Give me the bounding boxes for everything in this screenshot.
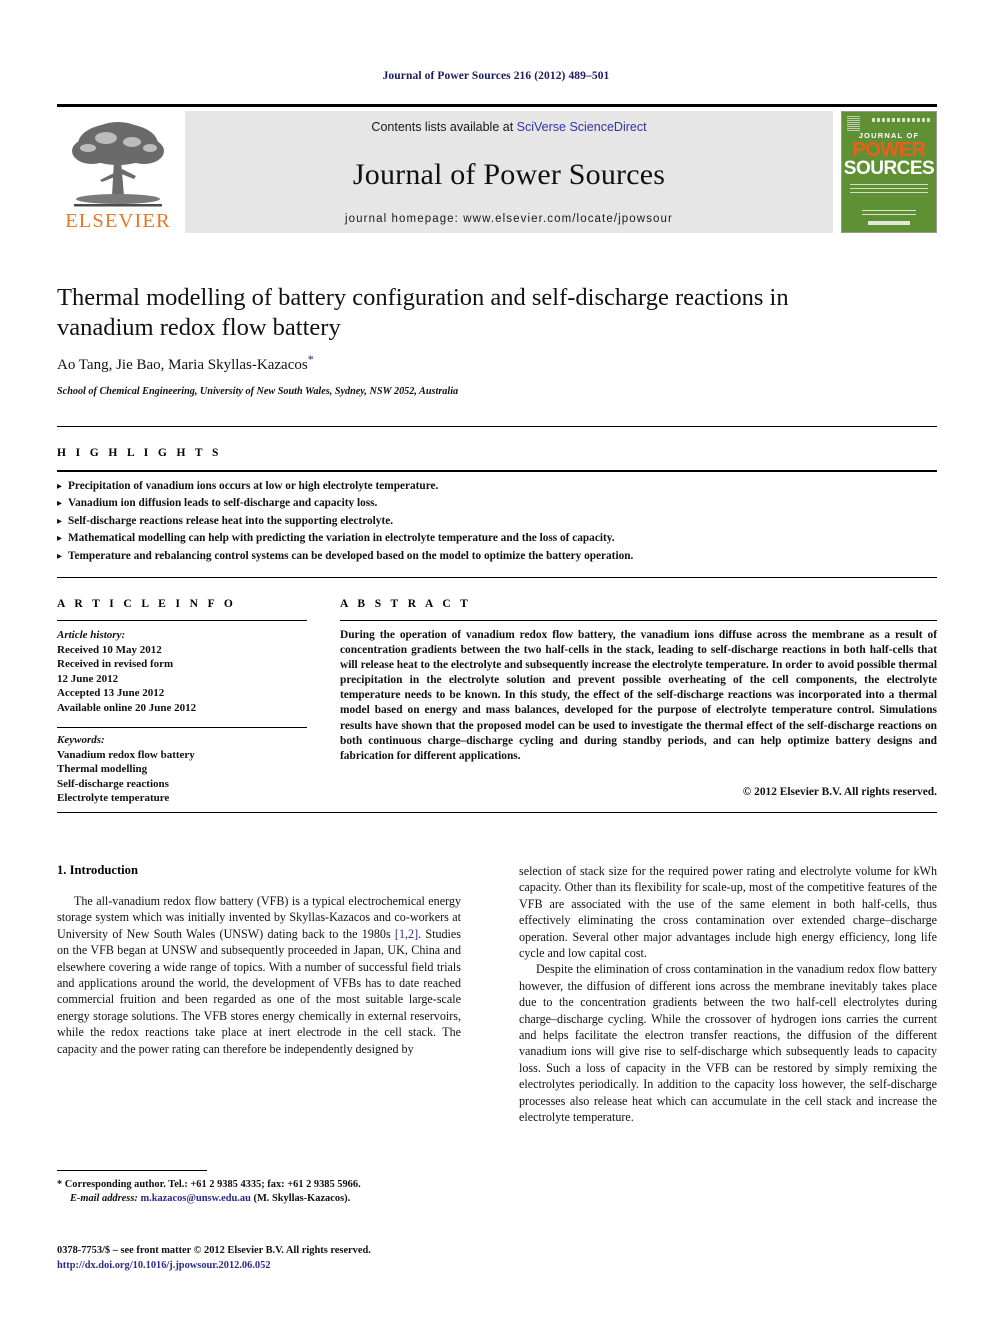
elsevier-logo: ELSEVIER [57, 111, 179, 233]
cover-power-label: POWER [852, 139, 926, 161]
abstract-copyright: © 2012 Elsevier B.V. All rights reserved… [742, 786, 937, 798]
email-label: E-mail address: [70, 1193, 138, 1204]
highlights-heading: H I G H L I G H T S [57, 447, 222, 459]
keywords-label: Keywords: [57, 734, 105, 746]
article-history-item: 12 June 2012 [57, 672, 119, 685]
intro-paragraph-right-2: Despite the elimination of cross contami… [519, 962, 937, 1125]
cover-elsevier-icon [847, 116, 860, 131]
keyword-item: Electrolyte temperature [57, 792, 170, 805]
article-history-label: Article history: [57, 629, 126, 641]
contents-prefix: Contents lists available at [371, 120, 517, 134]
abstract-heading: A B S T R A C T [340, 598, 472, 610]
section-heading-introduction: 1. Introduction [57, 863, 138, 877]
intro-paragraph-left: The all-vanadium redox flow battery (VFB… [57, 893, 461, 1057]
cover-publisher-line [868, 221, 910, 225]
divider-below-highlights [57, 577, 937, 578]
author-list: Ao Tang, Jie Bao, Maria Skyllas-Kazacos* [57, 352, 887, 374]
article-history-item: Accepted 13 June 2012 [57, 687, 165, 700]
abstract-text: During the operation of vanadium redox f… [340, 629, 937, 762]
cover-top-rule [872, 118, 930, 122]
article-page: Journal of Power Sources 216 (2012) 489–… [0, 0, 992, 1323]
journal-masthead: ELSEVIER Contents lists available at Sci… [57, 104, 937, 233]
corresponding-author-marker[interactable]: * [308, 352, 314, 366]
body-column-left: The all-vanadium redox flow battery (VFB… [57, 893, 461, 1057]
contents-available-line: Contents lists available at SciVerse Sci… [371, 120, 646, 134]
keyword-item: Self-discharge reactions [57, 777, 169, 790]
keywords-column: Keywords: Vanadium redox flow battery Th… [57, 733, 307, 806]
elsevier-wordmark: ELSEVIER [65, 209, 171, 232]
article-history-item: Available online 20 June 2012 [57, 701, 197, 714]
citation-ref[interactable]: [1,2] [395, 927, 418, 941]
journal-title: Journal of Power Sources [352, 157, 666, 191]
article-info-column: Article history: Received 10 May 2012 Re… [57, 628, 307, 716]
page-title: Thermal modelling of battery configurati… [57, 284, 789, 341]
highlight-item: Self-discharge reactions release heat in… [57, 513, 937, 530]
divider-below-abstract [57, 812, 937, 813]
corresponding-author-note: * Corresponding author. Tel.: +61 2 9385… [57, 1179, 361, 1190]
journal-homepage-link[interactable]: journal homepage: www.elsevier.com/locat… [345, 213, 673, 225]
article-history-item: Received in revised form [57, 658, 174, 671]
keyword-item: Thermal modelling [57, 763, 148, 776]
author-names: Ao Tang, Jie Bao, Maria Skyllas-Kazacos [57, 357, 308, 373]
elsevier-tree-icon [72, 121, 164, 206]
highlight-item: Precipitation of vanadium ions occurs at… [57, 478, 937, 495]
cover-sources-label: SOURCES [843, 158, 935, 179]
contents-banner: Contents lists available at SciVerse Sci… [185, 111, 833, 233]
email-owner: (M. Skyllas-Kazacos). [253, 1193, 351, 1204]
highlights-list: Precipitation of vanadium ions occurs at… [57, 478, 937, 565]
doi-link[interactable]: http://dx.doi.org/10.1016/j.jpowsour.201… [57, 1259, 487, 1274]
footnote-block: * Corresponding author. Tel.: +61 2 9385… [57, 1178, 477, 1206]
email-note: E-mail address: m.kazacos@unsw.edu.au (M… [57, 1192, 477, 1206]
page-footer: 0378-7753/$ – see front matter © 2012 El… [57, 1244, 487, 1273]
running-head: Journal of Power Sources 216 (2012) 489–… [382, 70, 610, 82]
article-info-heading: A R T I C L E I N F O [57, 598, 237, 610]
cover-subtitle-lines [850, 184, 928, 194]
highlight-item: Temperature and rebalancing control syst… [57, 548, 937, 565]
intro-paragraph-right-1: selection of stack size for the required… [519, 864, 937, 961]
highlight-item: Vanadium ion diffusion leads to self-dis… [57, 495, 937, 512]
keyword-item: Vanadium redox flow battery [57, 748, 195, 761]
footnote-divider [57, 1170, 207, 1171]
journal-cover-thumbnail[interactable]: JOURNAL OF POWER SOURCES [841, 111, 937, 233]
intro-left-text-b: . Studies on the VFB began at UNSW and s… [57, 926, 461, 1056]
article-history-item: Received 10 May 2012 [57, 643, 162, 656]
body-column-right: selection of stack size for the required… [519, 863, 937, 1126]
divider-keywords [57, 727, 307, 728]
divider-below-highlights-heading [57, 470, 937, 472]
affiliation: School of Chemical Engineering, Universi… [57, 386, 459, 397]
email-link[interactable]: m.kazacos@unsw.edu.au [140, 1193, 250, 1204]
issn-line: 0378-7753/$ – see front matter © 2012 El… [57, 1245, 371, 1256]
highlight-item: Mathematical modelling can help with pre… [57, 530, 937, 547]
cover-footer-lines [862, 210, 916, 218]
sciencedirect-link[interactable]: SciVerse ScienceDirect [517, 120, 647, 134]
divider-abstract [340, 620, 937, 621]
divider-above-highlights [57, 426, 937, 427]
divider-article-info [57, 620, 307, 621]
